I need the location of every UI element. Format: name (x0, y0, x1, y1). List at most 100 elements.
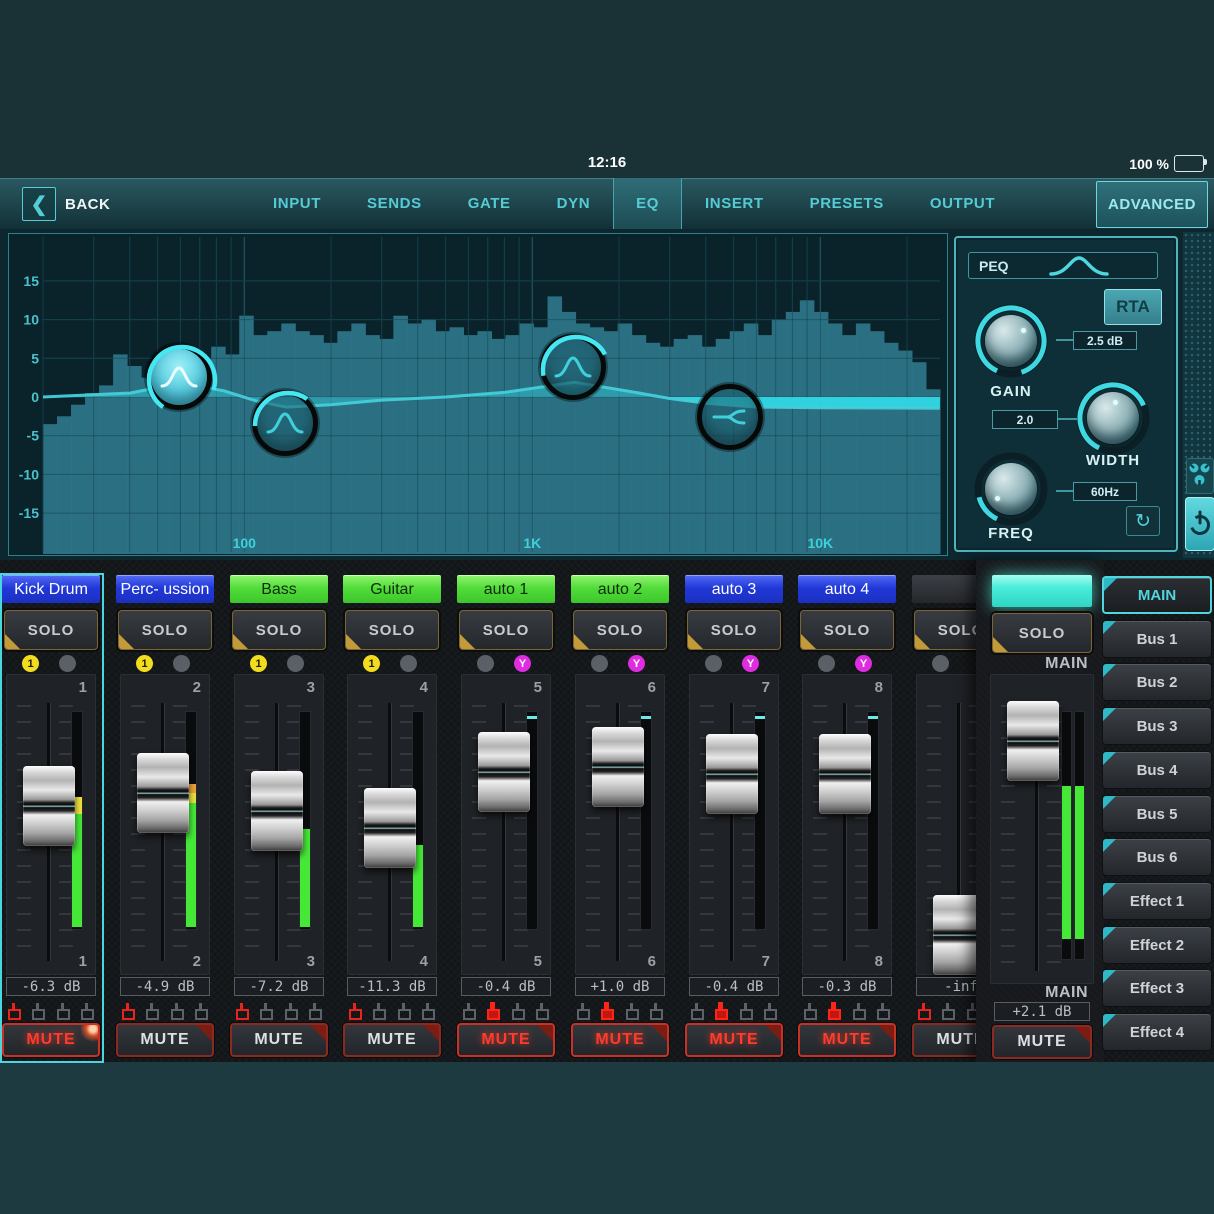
tab-output[interactable]: OUTPUT (907, 178, 1018, 229)
eq-band-handle-1[interactable] (146, 344, 212, 410)
route-assign-4[interactable] (422, 1009, 435, 1020)
tab-dyn[interactable]: DYN (534, 178, 613, 229)
bus-button-main[interactable]: MAIN (1102, 576, 1212, 614)
mute-button-4[interactable]: MUTE (343, 1023, 441, 1057)
mute-button-1[interactable]: MUTE (2, 1023, 100, 1057)
bus-button-effect-3[interactable]: Effect 3 (1102, 969, 1212, 1007)
rta-button[interactable]: RTA (1104, 289, 1162, 325)
tab-presets[interactable]: PRESETS (787, 178, 907, 229)
route-assign-4[interactable] (877, 1009, 890, 1020)
channel-name-4[interactable]: Guitar (343, 575, 441, 603)
route-assign-1[interactable] (8, 1009, 21, 1020)
back-button[interactable]: ❮ BACK (22, 186, 110, 222)
bus-button-bus-1[interactable]: Bus 1 (1102, 620, 1212, 658)
route-assign-3[interactable] (398, 1009, 411, 1020)
route-assign-4[interactable] (195, 1009, 208, 1020)
route-assign-2[interactable] (260, 1009, 273, 1020)
solo-button-6[interactable]: SOLO (573, 610, 667, 650)
bus-button-bus-2[interactable]: Bus 2 (1102, 663, 1212, 701)
solo-button-5[interactable]: SOLO (459, 610, 553, 650)
bus-button-bus-6[interactable]: Bus 6 (1102, 838, 1212, 876)
mute-button-main[interactable]: MUTE (992, 1025, 1092, 1059)
route-assign-1[interactable] (577, 1009, 590, 1020)
fader-2[interactable] (137, 753, 189, 833)
knobs-view-button[interactable] (1186, 458, 1214, 494)
eq-type-selector[interactable]: PEQ (968, 252, 1158, 279)
bus-button-bus-3[interactable]: Bus 3 (1102, 707, 1212, 745)
channel-name-7[interactable]: auto 3 (685, 575, 783, 603)
solo-button-3[interactable]: SOLO (232, 610, 326, 650)
channel-name-1[interactable]: Kick Drum (2, 575, 100, 603)
bus-button-effect-2[interactable]: Effect 2 (1102, 926, 1212, 964)
mute-button-3[interactable]: MUTE (230, 1023, 328, 1057)
channel-name-5[interactable]: auto 1 (457, 575, 555, 603)
channel-name-2[interactable]: Perc- ussion (116, 575, 214, 603)
solo-button-7[interactable]: SOLO (687, 610, 781, 650)
eq-band-handle-3[interactable] (540, 334, 606, 400)
route-assign-4[interactable] (309, 1009, 322, 1020)
bus-button-bus-5[interactable]: Bus 5 (1102, 795, 1212, 833)
fader-7[interactable] (706, 734, 758, 814)
bus-button-effect-4[interactable]: Effect 4 (1102, 1013, 1212, 1051)
route-assign-4[interactable] (764, 1009, 777, 1020)
reset-button[interactable]: ↺ (1126, 506, 1160, 536)
tab-sends[interactable]: SENDS (344, 178, 445, 229)
route-assign-4[interactable] (536, 1009, 549, 1020)
mute-button-2[interactable]: MUTE (116, 1023, 214, 1057)
solo-button-8[interactable]: SOLO (800, 610, 894, 650)
channel-name-6[interactable]: auto 2 (571, 575, 669, 603)
route-assign-3[interactable] (626, 1009, 639, 1020)
freq-knob[interactable] (973, 451, 1049, 527)
route-assign-2[interactable] (828, 1009, 841, 1020)
route-assign-4[interactable] (81, 1009, 94, 1020)
route-assign-1[interactable] (349, 1009, 362, 1020)
route-assign-1[interactable] (463, 1009, 476, 1020)
route-assign-4[interactable] (650, 1009, 663, 1020)
bus-button-bus-4[interactable]: Bus 4 (1102, 751, 1212, 789)
mute-button-5[interactable]: MUTE (457, 1023, 555, 1057)
tab-gate[interactable]: GATE (445, 178, 534, 229)
mute-button-6[interactable]: MUTE (571, 1023, 669, 1057)
power-button[interactable] (1185, 497, 1214, 551)
fader-1[interactable] (23, 766, 75, 846)
bus-button-effect-1[interactable]: Effect 1 (1102, 882, 1212, 920)
route-assign-3[interactable] (171, 1009, 184, 1020)
tab-input[interactable]: INPUT (250, 178, 344, 229)
route-assign-2[interactable] (146, 1009, 159, 1020)
route-assign-2[interactable] (487, 1009, 500, 1020)
route-assign-2[interactable] (373, 1009, 386, 1020)
route-assign-1[interactable] (122, 1009, 135, 1020)
fader-5[interactable] (478, 732, 530, 812)
route-assign-2[interactable] (601, 1009, 614, 1020)
fader-8[interactable] (819, 734, 871, 814)
solo-button-1[interactable]: SOLO (4, 610, 98, 650)
fader-4[interactable] (364, 788, 416, 868)
width-knob[interactable] (1075, 380, 1151, 456)
route-assign-3[interactable] (57, 1009, 70, 1020)
route-assign-3[interactable] (512, 1009, 525, 1020)
gain-knob[interactable] (973, 303, 1049, 379)
eq-band-handle-4[interactable] (697, 384, 763, 450)
route-assign-1[interactable] (236, 1009, 249, 1020)
tab-eq[interactable]: EQ (613, 178, 682, 229)
solo-button-2[interactable]: SOLO (118, 610, 212, 650)
main-channel-name[interactable] (992, 575, 1092, 607)
solo-button-main[interactable]: SOLO (992, 613, 1092, 653)
advanced-button[interactable]: ADVANCED (1096, 181, 1208, 228)
tab-insert[interactable]: INSERT (682, 178, 787, 229)
fader-6[interactable] (592, 727, 644, 807)
fader-3[interactable] (251, 771, 303, 851)
route-assign-1[interactable] (691, 1009, 704, 1020)
eq-band-handle-2[interactable] (252, 390, 318, 456)
channel-name-8[interactable]: auto 4 (798, 575, 896, 603)
route-assign-3[interactable] (740, 1009, 753, 1020)
route-assign-2[interactable] (32, 1009, 45, 1020)
mute-button-8[interactable]: MUTE (798, 1023, 896, 1057)
fader-main[interactable] (1007, 701, 1059, 781)
mute-button-7[interactable]: MUTE (685, 1023, 783, 1057)
route-assign-2[interactable] (942, 1009, 955, 1020)
route-assign-3[interactable] (853, 1009, 866, 1020)
route-assign-3[interactable] (285, 1009, 298, 1020)
solo-button-4[interactable]: SOLO (345, 610, 439, 650)
route-assign-2[interactable] (715, 1009, 728, 1020)
